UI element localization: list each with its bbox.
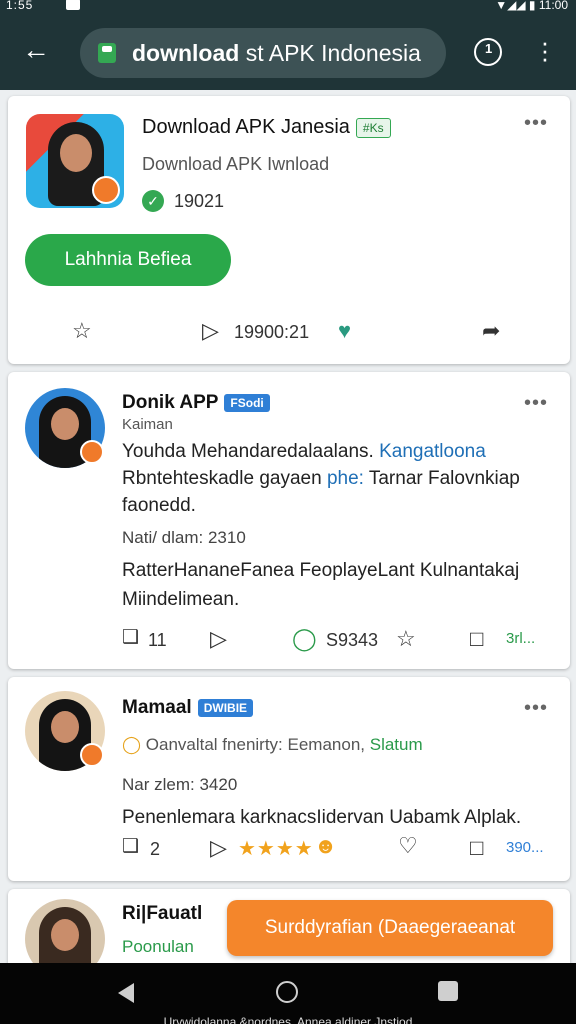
app-subtitle: Download APK Iwnload <box>142 154 330 174</box>
star-icon[interactable]: ☆ <box>396 626 416 652</box>
url-bar[interactable]: download st APK Indonesia <box>80 28 446 78</box>
install-button[interactable]: Lahhnia Befiea <box>25 234 231 286</box>
app-card: Download APK Janesia #Ks ••• Download APK… <box>8 96 570 364</box>
verified-check-icon: ✓ <box>142 190 164 212</box>
author-role: ◯ Oanvaltal fnenirty: Eemanon, Slatum <box>122 735 423 754</box>
post-body: Penenlemara karknacsIidervan Uabamk Alpl… <box>122 807 522 828</box>
post-meta: Nar zlem: 3420 <box>122 775 238 794</box>
post-author: Donik APP FSodi <box>122 392 270 414</box>
app-title: Download APK Janesia #Ks <box>142 116 391 139</box>
post-meta: Nati/ dlam: 2310 <box>122 528 246 547</box>
message-icon[interactable]: □ <box>470 835 483 861</box>
post-author: Ri|Fauatl <box>122 903 203 924</box>
rating-stars: ★★★★ <box>238 838 314 860</box>
post-body: RatterHananeFanea FeoplayeLant Kulnantak… <box>122 560 520 610</box>
comment-count: 2 <box>150 839 161 859</box>
system-nav-bar: Urvwidolanna &nordnes, Annea aldiner Jns… <box>0 963 576 1024</box>
status-indicators: ▼◢◢ ▮ 11:00 <box>495 0 568 12</box>
browser-toolbar: ← download st APK Indonesia 1 · · · <box>0 14 576 90</box>
repost-icon[interactable]: ▷ <box>210 626 227 652</box>
view-icon[interactable]: ◯ <box>292 626 317 652</box>
nav-caption: Urvwidolanna &nordnes, Annea aldiner Jns… <box>163 1015 413 1024</box>
more-count: 3rl... <box>506 630 536 647</box>
app-icon[interactable] <box>26 114 124 208</box>
site-icon <box>98 43 116 63</box>
share-icon[interactable]: ➦ <box>482 318 500 344</box>
app-tag: #Ks <box>355 117 391 138</box>
comment-icon[interactable]: ❑ <box>122 626 139 649</box>
browser-menu-icon[interactable]: · · · <box>533 29 557 71</box>
badge-icon <box>80 743 104 767</box>
more-options-icon[interactable]: ••• <box>524 392 548 415</box>
url-text: download st APK Indonesia <box>132 40 421 66</box>
heart-icon[interactable]: ♡ <box>398 833 418 859</box>
post-author: Mamaal DWIBIE <box>122 697 254 719</box>
download-count: 19021 <box>174 191 225 211</box>
badge-icon <box>80 440 104 464</box>
comment-count: 11 <box>148 630 167 650</box>
repost-icon[interactable]: ▷ <box>210 835 227 861</box>
comment-icon[interactable]: ❑ <box>122 835 139 858</box>
post-text: Youhda Mehandaredalaalans. Kangatloona R… <box>122 441 520 516</box>
nav-recents-icon[interactable] <box>438 981 458 1001</box>
more-options-icon[interactable]: ••• <box>524 112 548 135</box>
floating-action-button[interactable]: Surddyrafian (Daaegeraeanat <box>227 900 553 956</box>
nav-back-icon[interactable] <box>118 983 134 1003</box>
status-bar: 1:55 ▼◢◢ ▮ 11:00 <box>0 0 576 14</box>
emoji-icon[interactable]: ☻ <box>314 833 337 859</box>
post-card: Donik APP FSodi ••• Kaiman Youhda Mehanda… <box>8 372 570 669</box>
post-link[interactable]: Kangatloona <box>379 441 486 462</box>
tag-icon[interactable]: ▷ <box>202 318 219 344</box>
share-count: 19900:21 <box>234 322 310 342</box>
message-icon[interactable]: □ <box>470 626 483 652</box>
more-options-icon[interactable]: ••• <box>524 697 548 720</box>
heart-shield-icon[interactable]: ♥ <box>338 318 351 344</box>
author-role: Poonulan <box>122 937 194 956</box>
notification-icon <box>66 0 80 10</box>
nav-home-icon[interactable] <box>276 981 298 1003</box>
star-icon[interactable]: ☆ <box>72 318 92 344</box>
status-time: 1:55 <box>6 0 34 12</box>
tab-switcher-icon[interactable]: 1 <box>474 38 502 66</box>
author-role: Kaiman <box>122 416 173 433</box>
author-tag: DWIBIE <box>197 698 254 717</box>
play-badge-icon <box>92 176 120 204</box>
view-count: S9343 <box>326 630 379 650</box>
more-count: 390... <box>506 839 544 856</box>
post-card: Mamaal DWIBIE ••• ◯ Oanvaltal fnenirty: E… <box>8 677 570 881</box>
author-tag: FSodi <box>224 393 270 412</box>
back-arrow-icon[interactable]: ← <box>22 36 52 66</box>
